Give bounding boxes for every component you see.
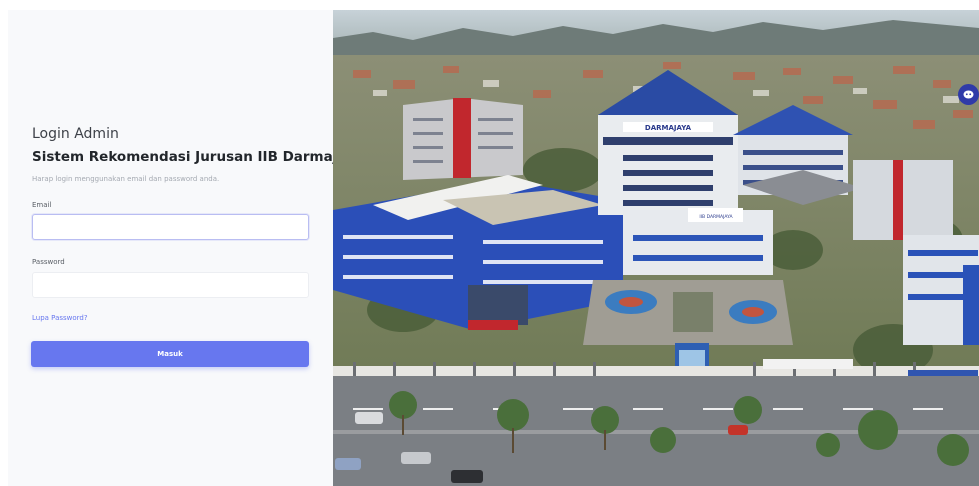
system-title: Sistem Rekomendasi Jurusan IIB Darmajaya <box>32 149 364 165</box>
login-title: Login Admin <box>32 126 119 142</box>
email-label: Email <box>32 201 52 209</box>
darmajaya-sign: DARMAJAYA <box>645 124 692 132</box>
login-hint: Harap login menggunakan email dan passwo… <box>32 175 220 183</box>
password-label: Password <box>32 258 65 266</box>
login-page: Login Admin Sistem Rekomendasi Jurusan I… <box>0 0 979 486</box>
chat-widget-button[interactable] <box>958 84 979 105</box>
campus-photo: DARMAJAYA IIB DARMAJAYA <box>333 10 979 486</box>
small-campus-sign: IIB DARMAJAYA <box>699 214 733 220</box>
chat-bubble-icon <box>963 90 974 99</box>
forgot-password-link[interactable]: Lupa Password? <box>32 314 88 322</box>
email-field[interactable] <box>32 214 309 240</box>
campus-photo-illustration: DARMAJAYA IIB DARMAJAYA <box>333 10 979 486</box>
login-submit-button[interactable]: Masuk <box>31 341 309 367</box>
password-field[interactable] <box>32 272 309 298</box>
login-panel: Login Admin Sistem Rekomendasi Jurusan I… <box>8 10 364 486</box>
